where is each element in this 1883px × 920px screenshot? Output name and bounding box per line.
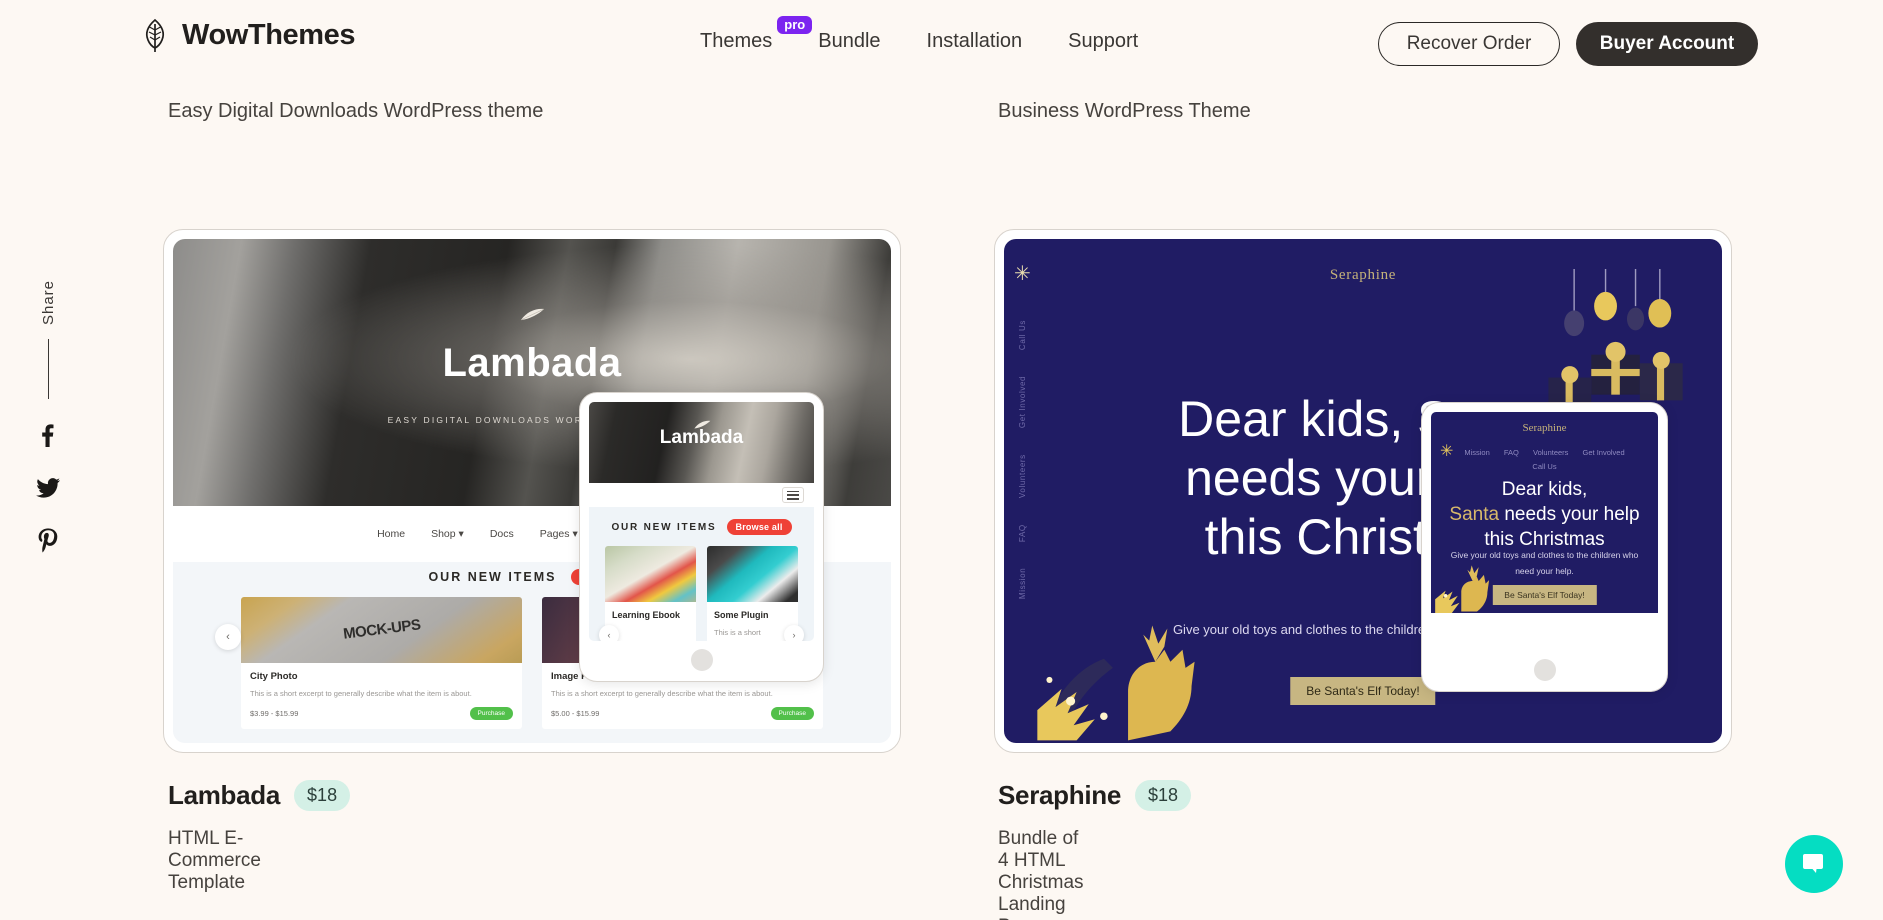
carousel-prev-button[interactable]: ‹ xyxy=(599,625,619,641)
chat-widget-button[interactable] xyxy=(1785,835,1843,893)
lambada-section-heading: OUR NEW ITEMS xyxy=(428,569,557,584)
twitter-icon[interactable] xyxy=(35,475,61,501)
item-price: $3.99 - $15.99 xyxy=(250,709,299,719)
seraphine-phone-content: Seraphine ✳ Mission FAQ Volunteers Get I… xyxy=(1431,412,1658,613)
site-header: WowThemes Themes pro Bundle Installation… xyxy=(0,0,1883,82)
carousel-prev-button[interactable]: ‹ xyxy=(215,623,241,650)
item-title: Learning Ebook xyxy=(612,610,681,621)
lambada-product-subtitle: HTML E-Commerce Template xyxy=(168,828,261,893)
lambada-nav-docs: Docs xyxy=(489,527,514,540)
leaf-icon xyxy=(145,18,165,52)
seraphine-phone-nav-volunteers[interactable]: Volunteers xyxy=(1533,448,1568,457)
seraphine-price-badge: $18 xyxy=(1135,780,1192,811)
item-image: MOCK-UPS xyxy=(241,596,522,663)
item-description: This is a short excerpt to generally des… xyxy=(551,688,773,698)
lambada-phone-card-grid: Learning Ebook Some Plugin This is a sho… xyxy=(589,535,814,641)
facebook-icon[interactable] xyxy=(35,423,61,449)
seraphine-phone-nav-faq[interactable]: FAQ xyxy=(1504,448,1519,457)
lambada-nav-pages: Pages ▾ xyxy=(539,527,578,540)
pinterest-icon[interactable] xyxy=(35,527,61,553)
seraphine-side-nav-volunteers: Volunteers xyxy=(1018,453,1027,498)
lambada-product-name[interactable]: Lambada xyxy=(168,780,280,811)
item-image xyxy=(707,546,798,603)
lambada-phone-section-header: OUR NEW ITEMS Browse all xyxy=(589,519,814,536)
item-title: City Photo xyxy=(250,670,298,682)
reindeer-illustration xyxy=(1037,625,1195,740)
lambada-phone-item-card[interactable]: Some Plugin This is a short xyxy=(707,546,798,641)
seraphine-phone-nav: Mission FAQ Volunteers Get Involved Call… xyxy=(1431,446,1658,475)
seraphine-phone-mockup[interactable]: Seraphine ✳ Mission FAQ Volunteers Get I… xyxy=(1421,402,1668,692)
seraphine-phone-cta-button[interactable]: Be Santa's Elf Today! xyxy=(1492,584,1597,605)
seraphine-brand: Seraphine xyxy=(1329,266,1397,283)
phone-home-button xyxy=(690,649,713,671)
share-rail: Share xyxy=(18,280,78,579)
lambada-nav-home: Home xyxy=(377,527,406,540)
site-logo[interactable]: WowThemes xyxy=(140,18,356,52)
purchase-button[interactable]: Purchase xyxy=(469,707,513,721)
nav-item-support[interactable]: Support xyxy=(1068,28,1138,54)
seraphine-phone-screen: Seraphine ✳ Mission FAQ Volunteers Get I… xyxy=(1431,412,1658,651)
nav-item-themes[interactable]: Themes pro xyxy=(700,16,813,54)
lambada-hero-title: Lambada xyxy=(442,340,622,385)
seraphine-product-name[interactable]: Seraphine xyxy=(998,780,1121,811)
item-image-text: MOCK-UPS xyxy=(341,616,422,643)
lambada-phone-title: Lambada xyxy=(659,426,744,448)
main-nav: Themes pro Bundle Installation Support xyxy=(700,16,1138,54)
item-body: Learning Ebook xyxy=(605,602,696,631)
logo-text: WowThemes xyxy=(182,18,356,51)
buyer-account-button[interactable]: Buyer Account xyxy=(1576,22,1758,66)
seraphine-side-nav-faq: FAQ xyxy=(1018,523,1027,542)
share-label: Share xyxy=(39,280,57,326)
seraphine-cta-button[interactable]: Be Santa's Elf Today! xyxy=(1290,677,1436,706)
item-description: This is a short excerpt to generally des… xyxy=(250,688,472,698)
item-footer: $3.99 - $15.99 Purchase xyxy=(250,707,513,721)
item-title: Some Plugin xyxy=(714,610,769,621)
item-body: City Photo This is a short excerpt to ge… xyxy=(241,663,522,730)
lambada-phone-item-card[interactable]: Learning Ebook xyxy=(605,546,696,641)
item-price: $5.00 - $15.99 xyxy=(551,709,600,719)
lambada-phone-section-heading: OUR NEW ITEMS xyxy=(611,521,717,533)
lambada-nav-shop: Shop ▾ xyxy=(431,527,464,540)
item-description: This is a short xyxy=(714,627,761,637)
seraphine-title-row: Seraphine $18 xyxy=(998,780,1192,811)
lambada-phone-screen: Lambada OUR NEW ITEMS Browse all Learnin… xyxy=(589,402,814,641)
seraphine-phone-nav-mission[interactable]: Mission xyxy=(1464,448,1489,457)
lambada-phone-navbar xyxy=(589,483,814,508)
seraphine-phone-nav-get-involved[interactable]: Get Involved xyxy=(1583,448,1625,457)
share-divider xyxy=(47,339,49,400)
browse-all-button[interactable]: Browse all xyxy=(726,519,792,536)
previous-row-left-subtitle: Easy Digital Downloads WordPress theme xyxy=(168,100,544,122)
pro-badge: pro xyxy=(777,16,813,34)
seraphine-side-nav-get-involved: Get Involved xyxy=(1018,375,1027,428)
item-image xyxy=(605,546,696,603)
seraphine-phone-heading-gold: Santa xyxy=(1449,503,1500,525)
seraphine-product-subtitle: Bundle of 4 HTML Christmas Landing Pages xyxy=(998,828,1084,920)
chat-bubble-icon xyxy=(1802,853,1823,873)
previous-row-right-subtitle: Business WordPress Theme xyxy=(998,100,1251,122)
lambada-item-card[interactable]: MOCK-UPS City Photo This is a short exce… xyxy=(241,596,522,730)
seraphine-side-nav-call-us: Call Us xyxy=(1018,319,1027,350)
lambada-phone-hero: Lambada xyxy=(589,402,814,484)
recover-order-button[interactable]: Recover Order xyxy=(1378,22,1560,66)
seraphine-phone-brand: Seraphine xyxy=(1522,422,1567,435)
purchase-button[interactable]: Purchase xyxy=(770,707,814,721)
hamburger-menu-icon[interactable] xyxy=(782,487,804,504)
item-footer: $5.00 - $15.99 Purchase xyxy=(551,707,814,721)
lambada-title-row: Lambada $18 xyxy=(168,780,351,811)
snowflake-icon: ✳ xyxy=(1014,263,1031,286)
lambada-phone-mockup[interactable]: Lambada OUR NEW ITEMS Browse all Learnin… xyxy=(579,392,824,682)
leaf-icon xyxy=(520,309,545,321)
seraphine-phone-heading-part2: needs your help this Christmas xyxy=(1484,503,1640,550)
carousel-next-button[interactable]: › xyxy=(784,625,804,641)
nav-label-themes: Themes xyxy=(700,30,773,52)
seraphine-phone-heading-part1: Dear kids, xyxy=(1501,479,1588,501)
lambada-price-badge: $18 xyxy=(294,780,351,811)
phone-home-button xyxy=(1533,659,1556,681)
lambada-phone-body: OUR NEW ITEMS Browse all Learning Ebook … xyxy=(589,507,814,641)
nav-item-installation[interactable]: Installation xyxy=(927,28,1023,54)
seraphine-side-nav: Mission FAQ Volunteers Get Involved Call… xyxy=(1018,320,1027,599)
seraphine-phone-heading: Dear kids, Santa needs your help this Chr… xyxy=(1440,478,1649,552)
seraphine-phone-nav-call-us[interactable]: Call Us xyxy=(1532,462,1556,471)
nav-item-bundle[interactable]: Bundle xyxy=(818,28,880,54)
